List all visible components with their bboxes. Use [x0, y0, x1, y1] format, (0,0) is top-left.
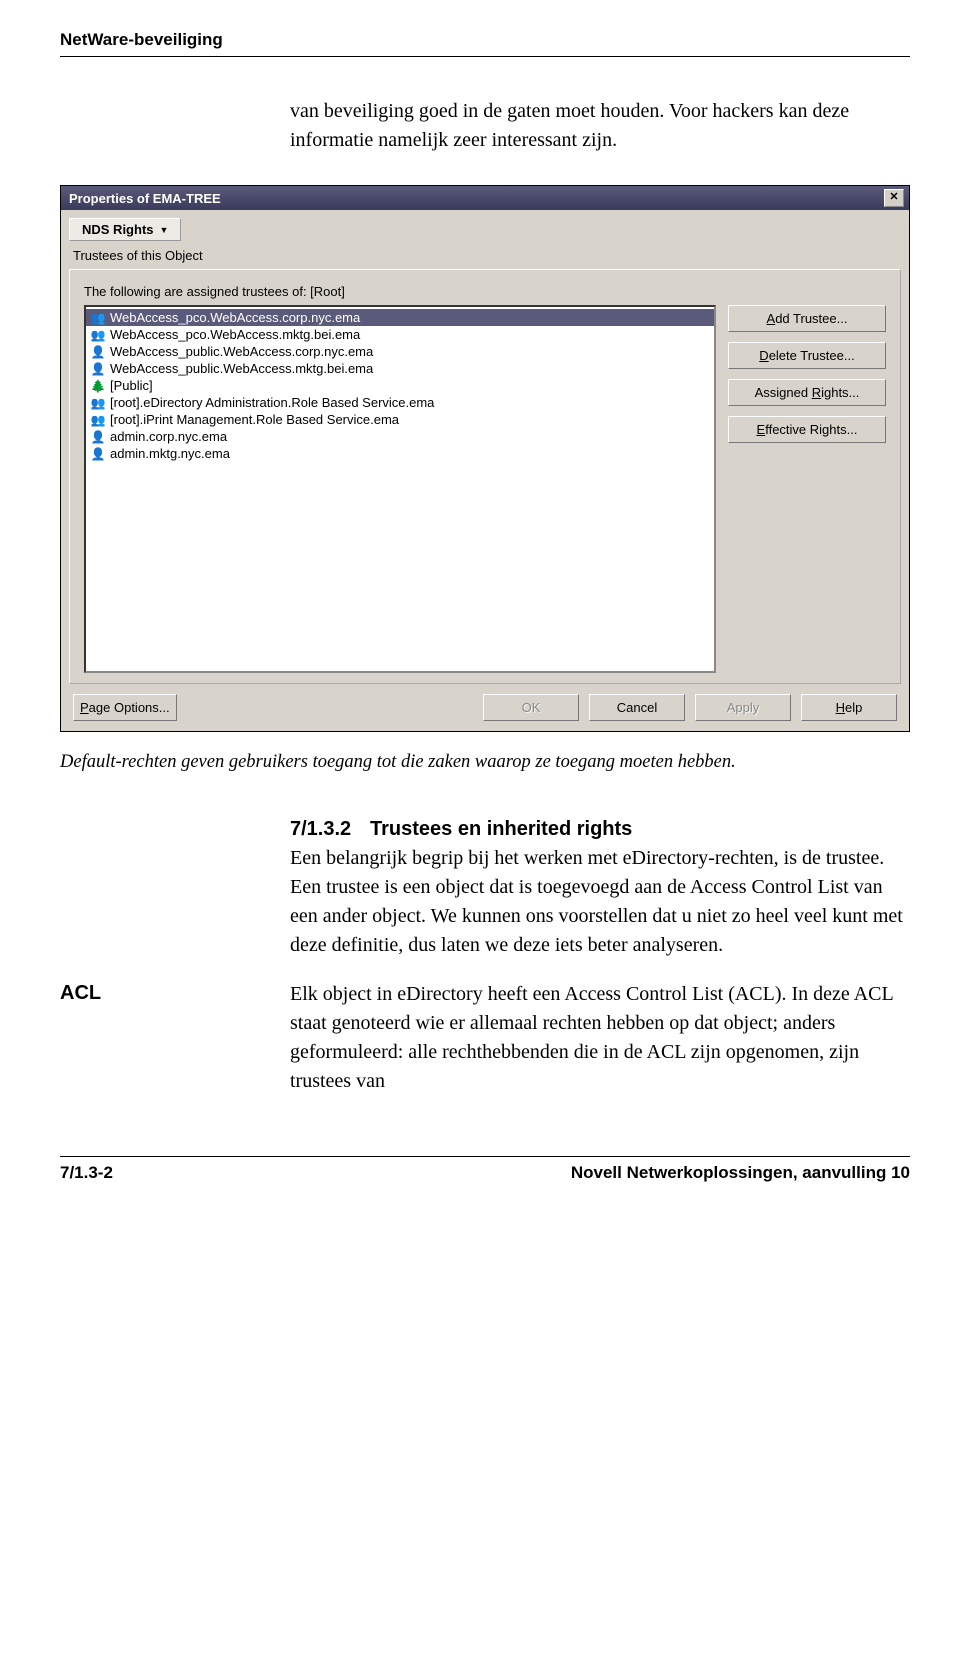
- apply-button[interactable]: Apply: [695, 694, 791, 721]
- panel-caption: The following are assigned trustees of: …: [84, 284, 886, 299]
- trustee-name: admin.corp.nyc.ema: [110, 429, 227, 444]
- trustee-name: WebAccess_public.WebAccess.corp.nyc.ema: [110, 344, 373, 359]
- section-heading: 7/1.3.2Trustees en inherited rights: [290, 815, 910, 844]
- close-button[interactable]: ✕: [884, 189, 904, 207]
- trustee-list-item[interactable]: 👥 WebAccess_pco.WebAccess.mktg.bei.ema: [86, 326, 714, 343]
- margin-label-acl: ACL: [60, 980, 290, 1005]
- cancel-button[interactable]: Cancel: [589, 694, 685, 721]
- tab-label: NDS Rights: [82, 222, 154, 237]
- dialog-title: Properties of EMA-TREE: [69, 191, 221, 206]
- intro-paragraph: van beveiliging goed in de gaten moet ho…: [290, 97, 910, 155]
- role-icon: 👥: [90, 413, 106, 427]
- dialog-titlebar: Properties of EMA-TREE ✕: [61, 186, 909, 210]
- trustee-list-item[interactable]: 👤 WebAccess_public.WebAccess.mktg.bei.ema: [86, 360, 714, 377]
- trustee-list-item[interactable]: 👤 admin.mktg.nyc.ema: [86, 445, 714, 462]
- delete-trustee-button[interactable]: Delete Trustee...: [728, 342, 886, 369]
- section-body-1: Een belangrijk begrip bij het werken met…: [290, 844, 910, 960]
- trustee-list-item[interactable]: 👤 admin.corp.nyc.ema: [86, 428, 714, 445]
- tree-icon: 🌲: [90, 379, 106, 393]
- trustee-name: WebAccess_pco.WebAccess.corp.nyc.ema: [110, 310, 360, 325]
- trustee-name: WebAccess_pco.WebAccess.mktg.bei.ema: [110, 327, 360, 342]
- user-icon: 👤: [90, 447, 106, 461]
- trustee-list-item[interactable]: 👥 [root].iPrint Management.Role Based Ser…: [86, 411, 714, 428]
- trustee-list-item[interactable]: 🌲 [Public]: [86, 377, 714, 394]
- section-body-2: Elk object in eDirectory heeft een Acces…: [290, 980, 910, 1096]
- trustee-name: WebAccess_public.WebAccess.mktg.bei.ema: [110, 361, 373, 376]
- role-icon: 👥: [90, 311, 106, 325]
- trustee-name: [root].iPrint Management.Role Based Serv…: [110, 412, 399, 427]
- trustee-name: [root].eDirectory Administration.Role Ba…: [110, 395, 434, 410]
- trustee-name: [Public]: [110, 378, 153, 393]
- properties-dialog: Properties of EMA-TREE ✕ NDS Rights ▼ Tr…: [60, 185, 910, 732]
- assigned-rights-button[interactable]: Assigned Rights...: [728, 379, 886, 406]
- footer-publication: Novell Netwerkoplossingen, aanvulling 10: [571, 1163, 910, 1183]
- add-trustee-button[interactable]: Add Trustee...: [728, 305, 886, 332]
- trustee-listbox[interactable]: 👥 WebAccess_pco.WebAccess.corp.nyc.ema 👥 We…: [84, 305, 716, 673]
- page-options-button[interactable]: Page Options...: [73, 694, 177, 721]
- ok-button[interactable]: OK: [483, 694, 579, 721]
- role-icon: 👥: [90, 396, 106, 410]
- chevron-down-icon: ▼: [160, 225, 169, 235]
- user-icon: 👤: [90, 430, 106, 444]
- tab-nds-rights[interactable]: NDS Rights ▼: [69, 218, 181, 241]
- section-title: Trustees en inherited rights: [370, 818, 632, 840]
- header-rule: [60, 56, 910, 57]
- trustee-list-item[interactable]: 👥 [root].eDirectory Administration.Role B…: [86, 394, 714, 411]
- running-header: NetWare-beveiliging: [60, 30, 910, 50]
- user-icon: 👤: [90, 345, 106, 359]
- user-icon: 👤: [90, 362, 106, 376]
- footer-page-number: 7/1.3-2: [60, 1163, 113, 1183]
- effective-rights-button[interactable]: Effective Rights...: [728, 416, 886, 443]
- figure-caption: Default-rechten geven gebruikers toegang…: [60, 750, 910, 775]
- section-number: 7/1.3.2: [290, 815, 370, 844]
- trustee-name: admin.mktg.nyc.ema: [110, 446, 230, 461]
- trustee-list-item[interactable]: 👤 WebAccess_public.WebAccess.corp.nyc.ema: [86, 343, 714, 360]
- subtab-trustees[interactable]: Trustees of this Object: [69, 245, 901, 269]
- footer-rule: [60, 1156, 910, 1157]
- trustee-list-item[interactable]: 👥 WebAccess_pco.WebAccess.corp.nyc.ema: [86, 309, 714, 326]
- help-button[interactable]: Help: [801, 694, 897, 721]
- role-icon: 👥: [90, 328, 106, 342]
